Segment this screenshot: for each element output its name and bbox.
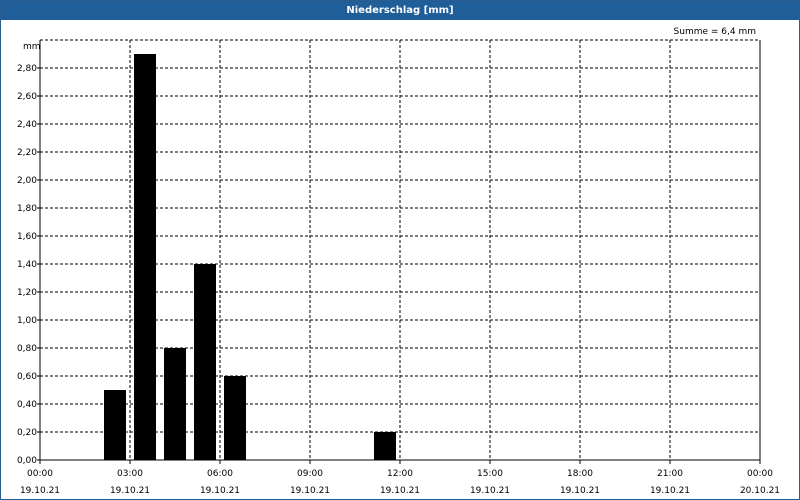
y-tick-label: 1,80 (17, 204, 37, 214)
y-tick-label: 1,20 (17, 288, 37, 298)
x-tick-time: 00:00 (747, 469, 773, 479)
sum-annotation: Summe = 6,4 mm (674, 27, 756, 37)
y-tick-label: 1,60 (17, 232, 37, 242)
x-tick-time: 18:00 (567, 469, 593, 479)
x-tick-date: 20.10.21 (740, 486, 780, 496)
x-tick-time: 12:00 (387, 469, 413, 479)
x-tick-date: 19.10.21 (560, 486, 600, 496)
x-tick-date: 19.10.21 (200, 486, 240, 496)
y-tick-label: 2,20 (17, 148, 37, 158)
x-tick-date: 19.10.21 (290, 486, 330, 496)
bar (104, 390, 126, 460)
bar (164, 348, 186, 460)
bar (194, 264, 216, 460)
x-tick-time: 03:00 (117, 469, 143, 479)
y-tick-label: 0,20 (17, 428, 37, 438)
y-tick-label: 2,40 (17, 120, 37, 130)
y-tick-label: 0,60 (17, 372, 37, 382)
x-tick-date: 19.10.21 (380, 486, 420, 496)
x-tick-date: 19.10.21 (470, 486, 510, 496)
bar (374, 432, 396, 460)
y-tick-label: 1,40 (17, 260, 37, 270)
x-tick-time: 15:00 (477, 469, 503, 479)
y-tick-label: 0,00 (17, 456, 37, 466)
y-unit-label: mm (23, 42, 41, 52)
x-tick-date: 19.10.21 (110, 486, 150, 496)
y-tick-label: 0,40 (17, 400, 37, 410)
x-tick-date: 19.10.21 (650, 486, 690, 496)
x-tick-date: 19.10.21 (20, 486, 60, 496)
y-tick-label: 2,00 (17, 176, 37, 186)
x-tick-time: 06:00 (207, 469, 233, 479)
y-tick-label: 2,80 (17, 64, 37, 74)
x-tick-time: 21:00 (657, 469, 683, 479)
bar (224, 376, 246, 460)
y-tick-label: 2,60 (17, 92, 37, 102)
bar (134, 54, 156, 460)
x-tick-time: 00:00 (27, 469, 53, 479)
precipitation-chart: mm Summe = 6,4 mm 0,00 0,20 0,40 0,60 0,80 1,… (17, 27, 780, 496)
x-tick-time: 09:00 (297, 469, 323, 479)
y-tick-label: 0,80 (17, 344, 37, 354)
y-tick-label: 1,00 (17, 316, 37, 326)
